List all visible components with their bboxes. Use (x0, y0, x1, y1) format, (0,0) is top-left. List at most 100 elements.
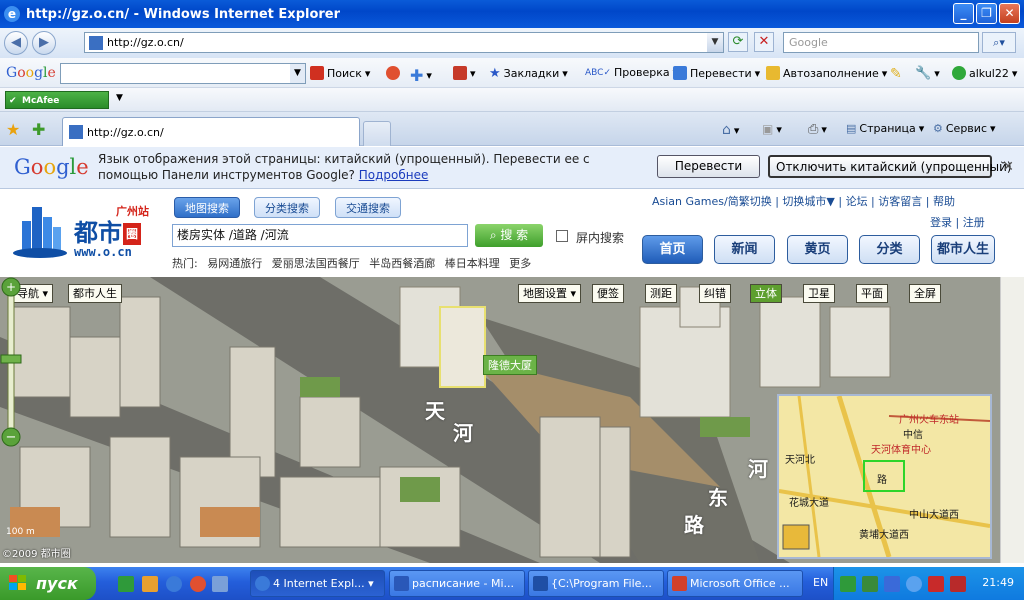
tools-menu[interactable]: ⚙ Сервис ▾ (933, 122, 996, 135)
rss-icon: ▣ (762, 122, 774, 136)
3d-view-button[interactable]: 立体 (750, 284, 782, 303)
plus-button[interactable]: ✚ ▾ (410, 66, 432, 85)
nav-category[interactable]: 分类 (859, 235, 920, 264)
report-error-button[interactable]: 纠错 (699, 284, 731, 303)
back-button[interactable]: ◀ (4, 31, 28, 55)
city-life-button[interactable]: 都市人生 (68, 284, 122, 303)
address-field[interactable]: http://gz.o.cn/ ▼ (84, 32, 724, 53)
tray-icon[interactable] (840, 576, 856, 592)
add-favorites-icon[interactable]: ✚ (32, 120, 45, 139)
chevron-down-icon[interactable]: ▼ (290, 64, 305, 83)
login-links[interactable]: 登录 | 注册 (930, 214, 985, 230)
tray-icon[interactable] (906, 576, 922, 592)
hot-link[interactable]: 棒日本料理 (445, 257, 500, 270)
hot-link[interactable]: 易网通旅行 (207, 257, 262, 270)
map-search-button[interactable]: ⌕ 搜 索 (475, 224, 543, 247)
map-search-input[interactable]: 楼房实体 /道路 /河流 (172, 224, 468, 247)
svg-text:−: − (6, 430, 17, 445)
translate-button[interactable]: Перевести ▾ (673, 66, 760, 80)
restore-button[interactable]: ❐ (976, 3, 997, 24)
tray-icon[interactable] (884, 576, 900, 592)
highlight-button[interactable]: ✎ (890, 66, 902, 82)
tray-icon[interactable] (928, 576, 944, 592)
nav-home[interactable]: 首页 (642, 235, 703, 264)
measure-button[interactable]: 测距 (645, 284, 677, 303)
task-word[interactable]: расписание - Mi... (389, 570, 525, 597)
quicklaunch-icon[interactable] (142, 576, 158, 592)
print-button[interactable]: ⎙ ▾ (808, 122, 827, 137)
nav-city-life[interactable]: 都市人生 (931, 235, 995, 264)
stop-button[interactable]: ✕ (754, 32, 774, 52)
more-link[interactable]: Подробнее (359, 168, 429, 182)
language-indicator[interactable]: EN (813, 576, 828, 589)
task-program-files[interactable]: {C:\Program File... (528, 570, 664, 597)
search-input[interactable]: Google (783, 32, 979, 53)
bookmarks-button[interactable]: ★ Закладки ▾ (489, 66, 568, 81)
autofill-button[interactable]: Автозаполнение ▾ (766, 66, 887, 80)
search-button[interactable]: ⌕▾ (982, 32, 1016, 53)
close-icon[interactable]: ✕ (1002, 159, 1014, 175)
refresh-button[interactable]: ⟳ (728, 32, 748, 52)
minimize-button[interactable]: _ (953, 3, 974, 24)
tab-map-search[interactable]: 地图搜索 (174, 197, 240, 218)
nav-news[interactable]: 新闻 (714, 235, 775, 264)
map-settings-button[interactable]: 地图设置 ▾ (518, 284, 582, 303)
task-ie[interactable]: 4 Internet Expl... ▾ (250, 570, 385, 597)
forward-button[interactable]: ▶ (32, 31, 56, 55)
tab-transit-search[interactable]: 交通搜索 (335, 197, 401, 218)
browser-tab[interactable]: http://gz.o.cn/ (62, 117, 360, 146)
nav-yellow-pages[interactable]: 黄页 (787, 235, 848, 264)
home-button[interactable]: ⌂ ▾ (722, 122, 739, 138)
site-url: www.o.cn (74, 245, 132, 259)
feeds-button[interactable]: ▣ ▾ (762, 122, 782, 136)
more-link[interactable]: 更多 (509, 257, 531, 270)
translate-bar: Google Язык отображения этой страницы: к… (0, 147, 1024, 189)
fullscreen-button[interactable]: 全屏 (909, 284, 941, 303)
autofill-icon (766, 66, 780, 80)
hot-link[interactable]: 半岛西餐酒廊 (369, 257, 435, 270)
notes-button[interactable]: 便签 (592, 284, 624, 303)
tray-icon[interactable] (862, 576, 878, 592)
road-label: 河 (748, 457, 768, 481)
close-button[interactable]: ✕ (999, 3, 1020, 24)
chrome-icon[interactable] (190, 576, 206, 592)
popup-blocker-button[interactable]: ▾ (453, 66, 476, 80)
zoom-slider[interactable]: + − (0, 277, 22, 447)
vertical-scrollbar[interactable] (1000, 277, 1024, 563)
settings-button[interactable]: 🔧 ▾ (915, 66, 940, 81)
clock[interactable]: 21:49 (982, 576, 1014, 589)
site-brand[interactable]: 都市圈 (74, 213, 141, 248)
quicklaunch-icon[interactable] (118, 576, 134, 592)
page-menu[interactable]: ▤ Страница ▾ (846, 122, 924, 135)
quicklaunch-icon[interactable] (212, 576, 228, 592)
flat-view-button[interactable]: 平面 (856, 284, 888, 303)
google-search-button[interactable]: Поиск ▾ (310, 66, 370, 80)
overview-minimap[interactable]: 广州火车东站 中信 天河体育中心 中山大道西 黄埔大道西 花城大道 天河北 路 (777, 394, 992, 559)
3d-map[interactable]: 导航 ▾ 都市人生 地图设置 ▾ 便签 测距 纠错 立体 卫星 平面 全屏 隆德… (0, 277, 1000, 563)
task-office[interactable]: Microsoft Office ... (667, 570, 803, 597)
start-button[interactable]: пуск (0, 567, 96, 600)
mcafee-siteadvisor-button[interactable]: McAfee SiteAdvisor (5, 91, 109, 124)
address-dropdown-icon[interactable]: ▼ (707, 33, 723, 52)
disable-language-button[interactable]: Отключить китайский (упрощенный) (768, 155, 1012, 178)
account-button[interactable]: alkul22 ▾ (952, 66, 1017, 80)
chevron-down-icon[interactable]: ▼ (116, 93, 123, 103)
user-status-icon (952, 66, 966, 80)
translate-page-button[interactable]: Перевести (657, 155, 760, 178)
satellite-view-button[interactable]: 卫星 (803, 284, 835, 303)
star-icon: ★ (489, 66, 501, 81)
minimap-label: 中信 (903, 430, 923, 441)
building-label[interactable]: 隆德大厦 (483, 355, 537, 375)
chrome-icon[interactable] (386, 66, 400, 80)
window-title: http://gz.o.cn/ - Windows Internet Explo… (26, 6, 341, 22)
spellcheck-button[interactable]: ABC✓Проверка ▾ (585, 66, 678, 79)
tray-icon[interactable] (950, 576, 966, 592)
favorites-star-icon[interactable]: ★ (6, 120, 20, 139)
hot-link[interactable]: 爱丽思法国西餐厅 (272, 257, 360, 270)
tab-category-search[interactable]: 分类搜索 (254, 197, 320, 218)
ie-icon[interactable] (166, 576, 182, 592)
in-screen-checkbox[interactable] (556, 230, 568, 242)
google-toolbar-input[interactable]: ▼ (60, 63, 306, 84)
top-links[interactable]: Asian Games/简繁切换 | 切换城市▼ | 论坛 | 访客留言 | 帮… (652, 193, 955, 209)
new-tab-button[interactable] (363, 121, 391, 146)
